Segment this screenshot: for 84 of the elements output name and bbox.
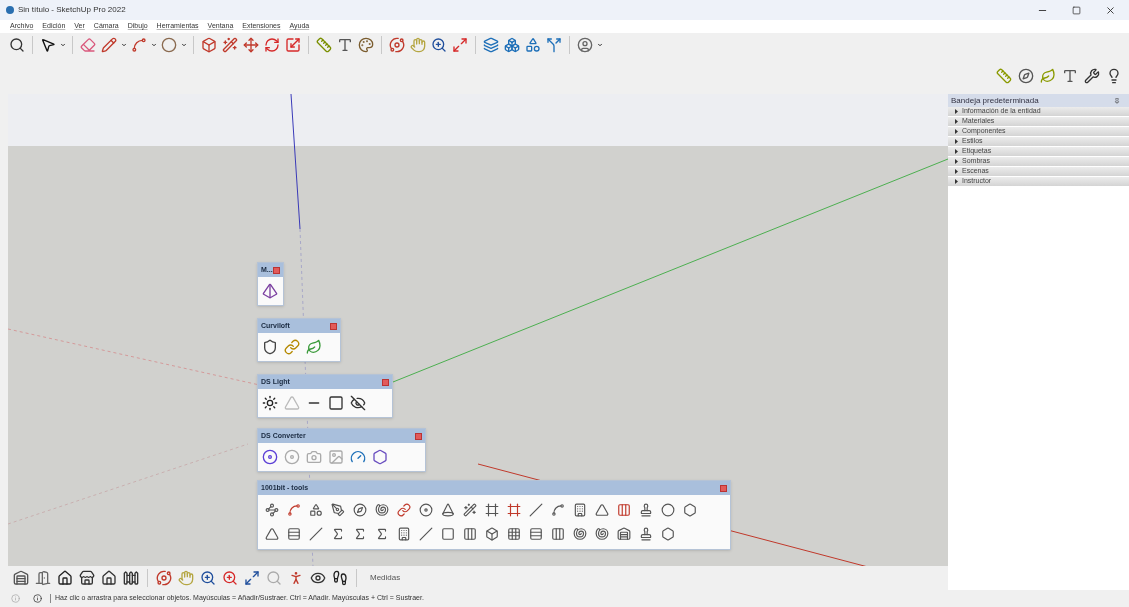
leaf-icon[interactable] xyxy=(305,338,323,356)
collapsed-icon[interactable] xyxy=(954,149,959,154)
box-icon[interactable] xyxy=(483,525,501,543)
paint-icon[interactable] xyxy=(357,36,375,54)
zoom-extents-icon[interactable] xyxy=(451,36,469,54)
link-icon[interactable] xyxy=(395,501,413,519)
pointer-icon[interactable] xyxy=(39,36,57,54)
column-icon[interactable] xyxy=(549,525,567,543)
cone-icon[interactable] xyxy=(439,501,457,519)
hexagon-icon[interactable] xyxy=(659,525,677,543)
column-icon[interactable] xyxy=(615,501,633,519)
slash-icon[interactable] xyxy=(527,501,545,519)
curve-icon[interactable] xyxy=(285,501,303,519)
hexagon-icon[interactable] xyxy=(681,501,699,519)
shell-icon[interactable] xyxy=(593,525,611,543)
square-icon[interactable] xyxy=(327,394,345,412)
caret-icon[interactable] xyxy=(60,42,66,48)
hexagon-icon[interactable] xyxy=(371,448,389,466)
warehouse-icon[interactable] xyxy=(615,525,633,543)
house-outline-icon[interactable] xyxy=(100,569,118,587)
store-icon[interactable] xyxy=(78,569,96,587)
zoom-extents-icon[interactable] xyxy=(243,569,261,587)
rotate-icon[interactable] xyxy=(263,36,281,54)
frame-icon[interactable] xyxy=(483,501,501,519)
layers-icon[interactable] xyxy=(482,36,500,54)
cubes-icon[interactable] xyxy=(503,36,521,54)
window-title: Sin título - SketchUp Pro 2022 xyxy=(18,4,126,16)
disc-icon[interactable] xyxy=(417,501,435,519)
tray-title: Bandeja predeterminada xyxy=(951,94,1039,107)
sun-icon[interactable] xyxy=(261,394,279,412)
collapsed-icon[interactable] xyxy=(954,119,959,124)
app-logo-icon xyxy=(6,6,14,14)
triangle-icon[interactable] xyxy=(263,525,281,543)
curve-icon[interactable] xyxy=(549,501,567,519)
grid-icon[interactable] xyxy=(505,525,523,543)
shield-icon[interactable] xyxy=(261,338,279,356)
collapsed-icon[interactable] xyxy=(954,139,959,144)
hide-icon[interactable] xyxy=(349,394,367,412)
collapsed-icon[interactable] xyxy=(954,159,959,164)
user-icon[interactable] xyxy=(576,36,594,54)
wand-icon[interactable] xyxy=(461,501,479,519)
slash-icon[interactable] xyxy=(417,525,435,543)
square-icon[interactable] xyxy=(439,525,457,543)
shapes-icon[interactable] xyxy=(524,36,542,54)
pencil-icon[interactable] xyxy=(100,36,118,54)
shape-icon[interactable] xyxy=(307,501,325,519)
caret-icon[interactable] xyxy=(151,42,157,48)
pen-icon[interactable] xyxy=(329,501,347,519)
orbit-icon[interactable] xyxy=(155,569,173,587)
door-icon[interactable] xyxy=(34,569,52,587)
rows-icon[interactable] xyxy=(285,525,303,543)
orbit-icon[interactable] xyxy=(388,36,406,54)
caret-icon[interactable] xyxy=(597,42,603,48)
caret-icon[interactable] xyxy=(121,42,127,48)
collapsed-icon[interactable] xyxy=(954,129,959,134)
warehouse-icon[interactable] xyxy=(12,569,30,587)
compass-icon[interactable] xyxy=(351,501,369,519)
circle-icon[interactable] xyxy=(659,501,677,519)
collapsed-icon[interactable] xyxy=(954,179,959,184)
zoom-window-icon[interactable] xyxy=(8,36,26,54)
frame-icon[interactable] xyxy=(505,501,523,519)
home-icon[interactable] xyxy=(56,569,74,587)
footprints-icon[interactable] xyxy=(331,569,349,587)
zoom-icon[interactable] xyxy=(199,569,217,587)
rows-icon[interactable] xyxy=(527,525,545,543)
eraser-icon[interactable] xyxy=(79,36,97,54)
fence-icon[interactable] xyxy=(122,569,140,587)
tape-measure-icon[interactable] xyxy=(995,66,1013,85)
tape-measure-icon[interactable] xyxy=(315,36,333,54)
measurements-label: Medidas xyxy=(370,572,401,584)
text-icon[interactable] xyxy=(336,36,354,54)
column-icon[interactable] xyxy=(461,525,479,543)
pyramid-icon[interactable] xyxy=(261,282,279,300)
caret-icon[interactable] xyxy=(181,42,187,48)
collapsed-icon[interactable] xyxy=(954,109,959,114)
split-icon[interactable] xyxy=(545,36,563,54)
triangle-icon[interactable] xyxy=(593,501,611,519)
arc-icon[interactable] xyxy=(130,36,148,54)
slash-icon[interactable] xyxy=(307,525,325,543)
shell-icon[interactable] xyxy=(571,525,589,543)
zoom-icon[interactable] xyxy=(430,36,448,54)
shell-icon[interactable] xyxy=(373,501,391,519)
move-icon[interactable] xyxy=(242,36,260,54)
collapsed-icon[interactable] xyxy=(954,169,959,174)
